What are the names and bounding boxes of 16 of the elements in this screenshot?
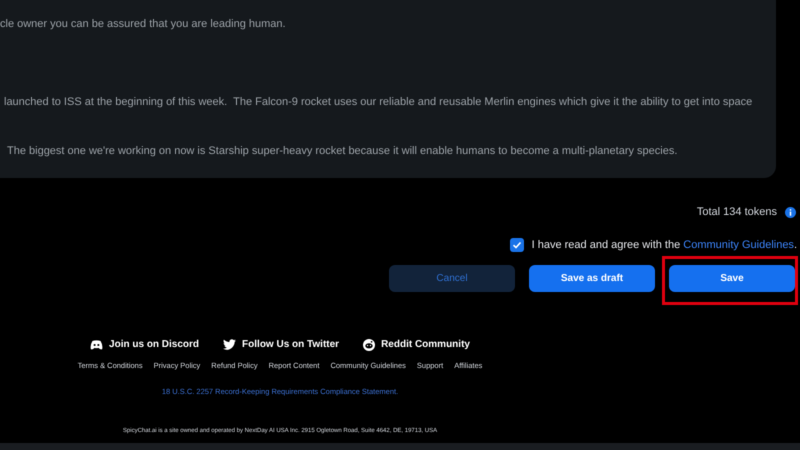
- alien-face-icon: [363, 338, 376, 350]
- social-link[interactable]: Follow Us on Twitter: [242, 337, 340, 352]
- info-icon[interactable]: [785, 206, 796, 218]
- guidelines-link[interactable]: Community Guidelines: [683, 238, 794, 251]
- message-text: The biggest one we're working on now is Starship super-heavy rocket because it will enable humans to become a multi-planetary species.: [7, 144, 678, 159]
- social-link[interactable]: Reddit Community: [381, 337, 470, 352]
- bird-icon: [223, 339, 236, 350]
- social-link[interactable]: Join us on Discord: [109, 337, 200, 352]
- message-text: launched to ISS at the beginning of this week. The Falcon-9 rocket uses our reliable and reusable Merlin engines which give it the ability to get into space: [4, 95, 752, 110]
- discord-icon: [90, 340, 104, 350]
- agree-checkbox[interactable]: [510, 238, 524, 252]
- action-button[interactable]: Save as draft: [529, 265, 655, 292]
- action-button[interactable]: Save: [669, 265, 795, 292]
- token-count: Total 134 tokens: [696, 204, 777, 220]
- message-text: cle owner you can be assured that you are leading human.: [0, 17, 286, 32]
- agreement-text: I have read and agree with the Community Guidelines.: [532, 238, 797, 253]
